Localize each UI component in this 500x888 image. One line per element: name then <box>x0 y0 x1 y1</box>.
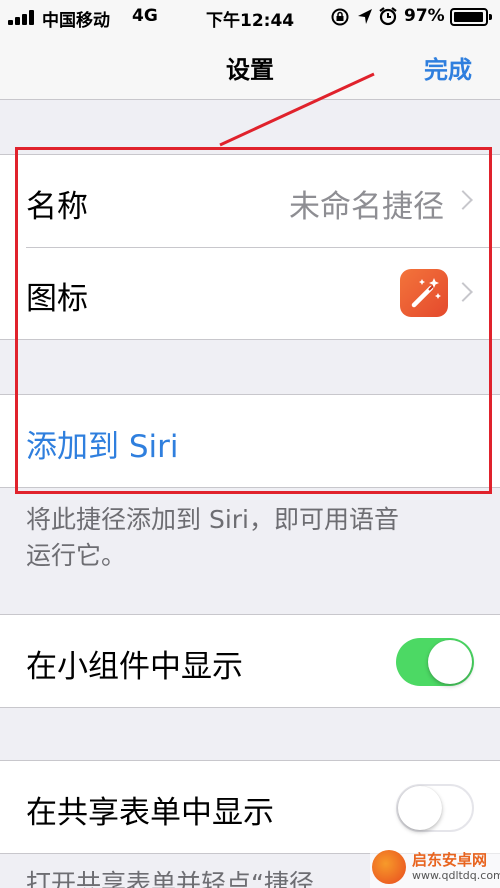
watermark-logo <box>372 850 406 884</box>
icon-label: 图标 <box>26 281 88 317</box>
chevron-right-icon <box>453 190 473 210</box>
clock: 下午12:44 <box>206 11 295 31</box>
name-row[interactable]: 名称 未命名捷径 <box>0 155 500 247</box>
done-button[interactable]: 完成 <box>424 50 472 85</box>
status-bar: 中国移动 4G 下午12:44 97% <box>0 0 500 34</box>
name-value: 未命名捷径 <box>289 189 444 225</box>
chevron-right-icon <box>453 282 473 302</box>
siri-footnote-line2: 运行它。 <box>26 541 127 570</box>
share-sheet-toggle[interactable] <box>396 784 474 832</box>
share-sheet-group: 在共享表单中显示 <box>0 760 500 854</box>
signal-icon <box>8 9 38 25</box>
magic-wand-icon <box>400 269 448 317</box>
network-label: 4G <box>132 6 158 26</box>
navigation-bar: 设置 完成 <box>0 34 500 100</box>
watermark-name: 启东安卓网 <box>412 851 488 869</box>
watermark: 启东安卓网 www.qdltdq.com <box>370 848 500 888</box>
widget-toggle[interactable] <box>396 638 474 686</box>
siri-footnote-line1: 将此捷径添加到 Siri，即可用语音 <box>26 505 399 534</box>
name-label: 名称 <box>26 189 88 225</box>
add-to-siri-row[interactable]: 添加到 Siri <box>0 395 500 487</box>
carrier-label: 中国移动 <box>42 11 110 31</box>
siri-group: 添加到 Siri <box>0 394 500 488</box>
share-sheet-row: 在共享表单中显示 <box>0 761 500 853</box>
rotation-lock-icon <box>331 8 349 26</box>
share-sheet-label: 在共享表单中显示 <box>26 795 274 831</box>
widget-group: 在小组件中显示 <box>0 614 500 708</box>
watermark-url: www.qdltdq.com <box>412 869 500 882</box>
location-icon <box>358 9 372 24</box>
battery-percent: 97% <box>404 6 445 26</box>
add-to-siri-button[interactable]: 添加到 Siri <box>26 421 179 466</box>
alarm-icon <box>379 7 397 26</box>
battery-icon <box>450 8 492 26</box>
widget-label: 在小组件中显示 <box>26 649 243 685</box>
icon-row[interactable]: 图标 <box>0 247 500 339</box>
widget-row: 在小组件中显示 <box>0 615 500 707</box>
siri-footnote: 将此捷径添加到 Siri，即可用语音 运行它。 <box>26 502 478 574</box>
shortcut-details-group: 名称 未命名捷径 图标 <box>0 154 500 340</box>
